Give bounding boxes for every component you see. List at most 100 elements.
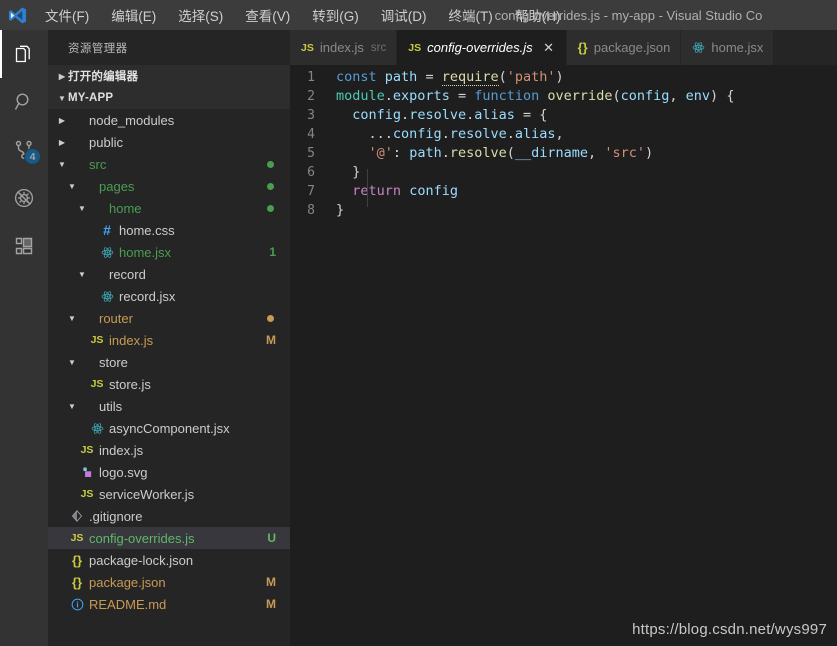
chevron-down-icon[interactable]: ▼: [66, 402, 78, 411]
search-icon: [12, 90, 36, 114]
tree-item-store[interactable]: ▼ store: [48, 351, 290, 373]
chevron-down-icon[interactable]: ▼: [66, 314, 78, 323]
tree-item-label: utils: [99, 398, 123, 414]
close-icon[interactable]: ✕: [542, 40, 556, 56]
tree-item-label: index.js: [109, 332, 154, 348]
tree-item-label: home: [109, 200, 142, 216]
tree-item-label: record: [109, 266, 146, 282]
section-project-root[interactable]: ▼ MY-APP: [48, 87, 290, 109]
editor-tab-config-overrides-js[interactable]: JS config-overrides.js ✕: [397, 30, 567, 65]
menu-go[interactable]: 转到(G): [301, 0, 370, 30]
line-number: 1: [307, 70, 315, 85]
tree-item-src[interactable]: ▼ src: [48, 153, 290, 175]
chevron-right-icon[interactable]: ▶: [56, 72, 68, 81]
activity-bar-search[interactable]: [0, 78, 48, 126]
chevron-down-icon[interactable]: ▼: [66, 358, 78, 367]
activity-bar-explorer-files[interactable]: [0, 30, 48, 78]
menu-bar[interactable]: 文件(F) 编辑(E) 选择(S) 查看(V) 转到(G) 调试(D) 终端(T) 帮助(H): [34, 0, 572, 30]
tree-item-label: README.md: [89, 596, 167, 612]
tree-item-serviceworker-js[interactable]: ▶JSserviceWorker.js: [48, 483, 290, 505]
tree-item-git-decoration: 1: [269, 245, 276, 259]
editor-tab-home-jsx[interactable]: home.jsx: [681, 30, 775, 65]
tree-item-pages[interactable]: ▼ pages: [48, 175, 290, 197]
code-line[interactable]: 4 ...config.resolve.alias,: [290, 125, 837, 144]
activity-bar-extensions[interactable]: [0, 222, 48, 270]
tree-item-status-dot: [267, 314, 274, 322]
tree-item-utils[interactable]: ▼ utils: [48, 395, 290, 417]
menu-terminal[interactable]: 终端(T): [438, 0, 504, 30]
code-line[interactable]: 8}: [290, 201, 837, 220]
code-line-text: const path = require('path'): [336, 69, 564, 86]
js-file-icon: JS: [80, 444, 94, 456]
css-file-icon: #: [103, 222, 111, 238]
tree-item-store-js[interactable]: ▶JSstore.js: [48, 373, 290, 395]
code-line[interactable]: 3 config.resolve.alias = {: [290, 106, 837, 125]
code-line[interactable]: 7 return config: [290, 182, 837, 201]
tree-item-router[interactable]: ▼ router: [48, 307, 290, 329]
code-line-text: return config: [352, 183, 458, 199]
chevron-down-icon[interactable]: ▼: [56, 160, 68, 169]
chevron-down-icon[interactable]: ▼: [66, 182, 78, 191]
tree-item-label: home.jsx: [119, 244, 172, 260]
chevron-down-icon[interactable]: ▼: [56, 94, 68, 103]
menu-help[interactable]: 帮助(H): [504, 0, 572, 30]
chevron-right-icon[interactable]: ▶: [56, 116, 68, 125]
tree-item-node-modules[interactable]: ▶ node_modules: [48, 109, 290, 131]
editor-tab-label: config-overrides.js: [427, 40, 533, 55]
js-file-icon: JS: [70, 532, 84, 544]
line-number: 3: [307, 108, 315, 123]
menu-file[interactable]: 文件(F): [34, 0, 100, 30]
chevron-down-icon[interactable]: ▼: [76, 270, 88, 279]
file-tree[interactable]: ▶node_modules▶public▼src▼pages▼home▶#hom…: [48, 109, 290, 646]
tree-item-package-lock-json[interactable]: ▶{}package-lock.json: [48, 549, 290, 571]
tree-item-package-json[interactable]: ▶{}package.jsonM: [48, 571, 290, 593]
menu-edit[interactable]: 编辑(E): [100, 0, 167, 30]
tree-item-public[interactable]: ▶ public: [48, 131, 290, 153]
tree-item-gitignore[interactable]: ▶.gitignore: [48, 505, 290, 527]
editor-tab-package-json[interactable]: {} package.json: [566, 30, 682, 65]
line-number: 5: [307, 146, 315, 161]
code-line[interactable]: 1 const path = require('path'): [290, 68, 837, 87]
code-line[interactable]: 6 }: [290, 163, 837, 182]
chevron-down-icon[interactable]: ▼: [76, 204, 88, 213]
menu-selection[interactable]: 选择(S): [167, 0, 234, 30]
tree-item-record-jsx[interactable]: ▶record.jsx: [48, 285, 290, 307]
section-open-editors[interactable]: ▶ 打开的编辑器: [48, 65, 290, 87]
tree-item-record[interactable]: ▼ record: [48, 263, 290, 285]
code-content[interactable]: 1 const path = require('path') 2 module.exp…: [290, 65, 837, 646]
tree-item-index-js[interactable]: ▶JSindex.jsM: [48, 329, 290, 351]
tree-item-config-overrides-js[interactable]: ▶JSconfig-overrides.jsU: [48, 527, 290, 549]
react-icon: [692, 41, 705, 55]
editor-tab-description: src: [370, 41, 387, 54]
code-line[interactable]: 5 '@': path.resolve(__dirname, 'src'): [290, 144, 837, 163]
code-line[interactable]: 2 module.exports = function override(conf…: [290, 87, 837, 106]
line-number: 4: [307, 127, 315, 142]
activity-bar-debug[interactable]: [0, 174, 48, 222]
tree-item-asynccomponent-jsx[interactable]: ▶asyncComponent.jsx: [48, 417, 290, 439]
activity-bar-source-control[interactable]: 4: [0, 126, 48, 174]
editor-code-area[interactable]: 1 const path = require('path') 2 module.exp…: [290, 65, 837, 646]
vscode-window: 文件(F) 编辑(E) 选择(S) 查看(V) 转到(G) 调试(D) 终端(T) 帮助(H)…: [0, 0, 837, 646]
tree-item-home-jsx[interactable]: ▶home.jsx1: [48, 241, 290, 263]
json-file-icon: {}: [71, 552, 83, 568]
tree-item-status-dot: [267, 204, 274, 212]
tree-item-logo-svg[interactable]: ▶logo.svg: [48, 461, 290, 483]
editor-tab-bar[interactable]: JS index.js src JS config-overrides.js ✕ {} pac…: [290, 30, 837, 65]
tree-item-home-css[interactable]: ▶#home.css: [48, 219, 290, 241]
editor-tab-index-js[interactable]: JS index.js src: [290, 30, 398, 65]
debug-icon: [12, 186, 36, 210]
tree-item-readme-md[interactable]: ▶README.mdM: [48, 593, 290, 615]
code-line-text: }: [336, 202, 345, 218]
menu-view[interactable]: 查看(V): [234, 0, 301, 30]
menu-debug[interactable]: 调试(D): [370, 0, 438, 30]
line-number: 7: [307, 184, 315, 199]
js-file-icon: JS: [90, 334, 104, 346]
tree-item-label: package.json: [89, 574, 166, 590]
chevron-right-icon[interactable]: ▶: [56, 138, 68, 147]
tree-item-status-dot: [267, 160, 274, 168]
tree-item-label: node_modules: [89, 112, 175, 128]
tree-item-index-js[interactable]: ▶JSindex.js: [48, 439, 290, 461]
watermark-text: https://blog.csdn.net/wys997: [632, 621, 827, 638]
editor-tab-label: index.js: [319, 40, 364, 55]
tree-item-home[interactable]: ▼ home: [48, 197, 290, 219]
